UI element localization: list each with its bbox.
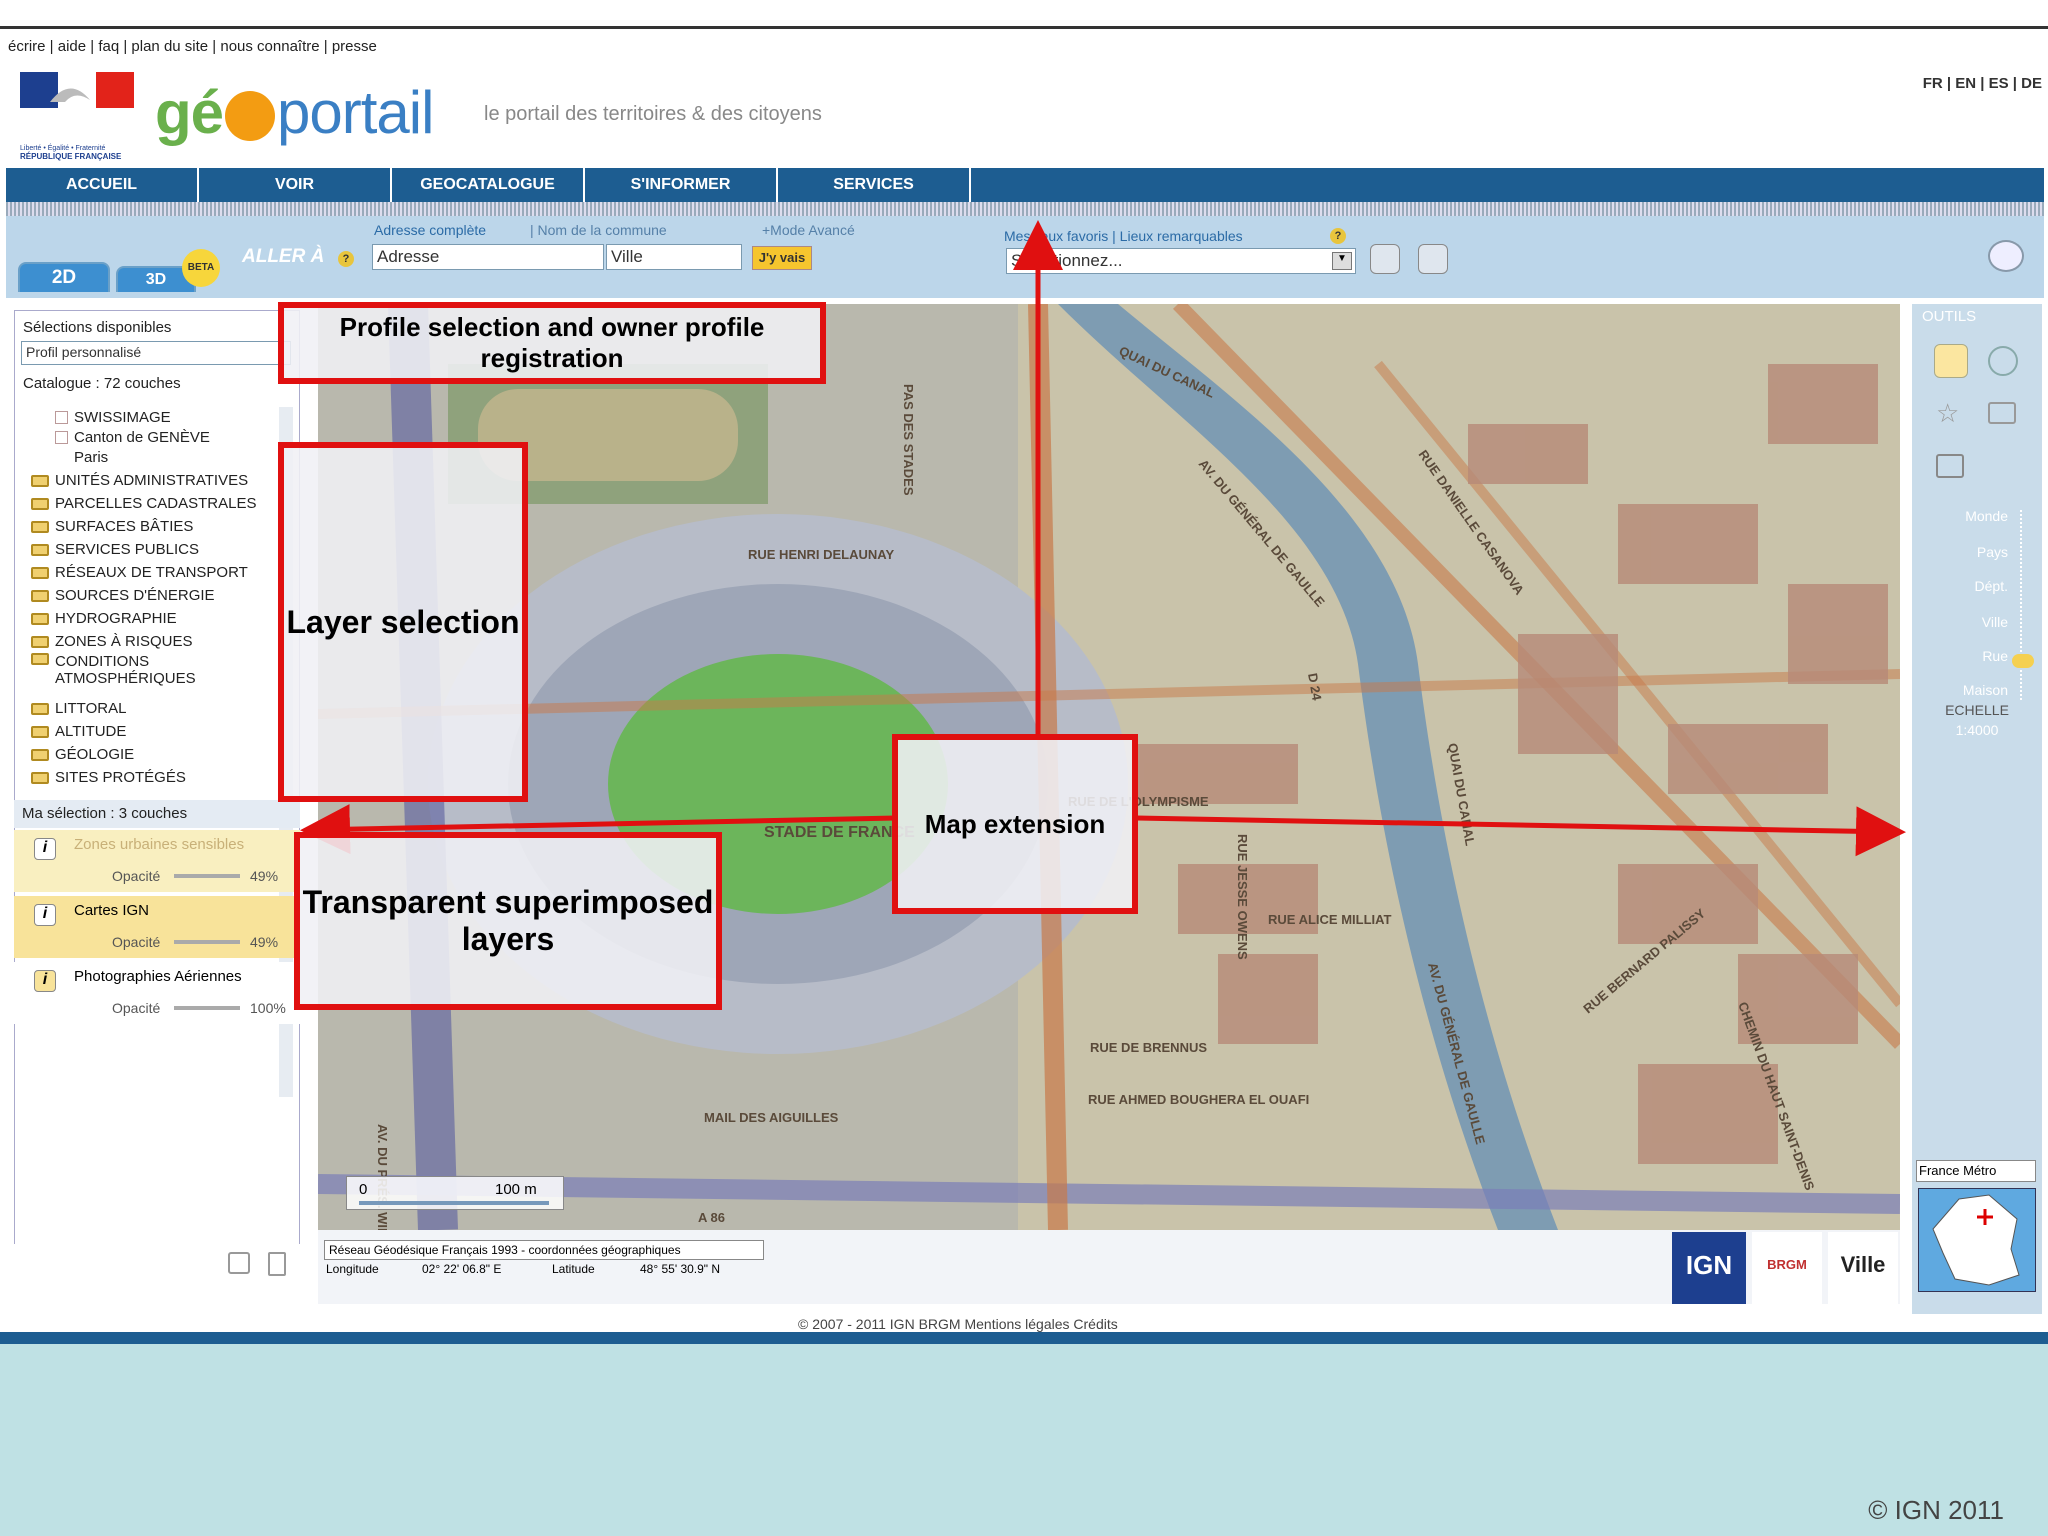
arrow-left xyxy=(300,804,897,855)
callout-transparent: Transparent superimposed layers xyxy=(294,832,722,1010)
callout-map-extension: Map extension xyxy=(892,734,1138,914)
callout-profile: Profile selection and owner profile regi… xyxy=(278,302,826,384)
arrow-right xyxy=(1135,806,1906,857)
callout-layer: Layer selection xyxy=(278,442,528,802)
